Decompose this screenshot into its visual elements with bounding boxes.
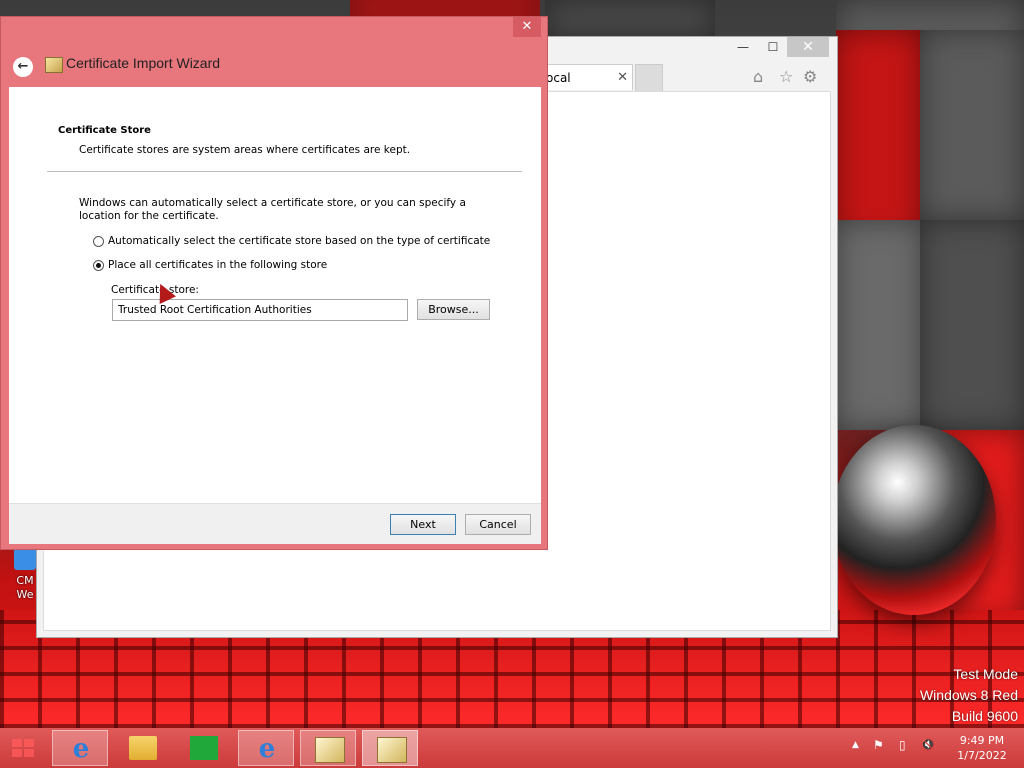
store-icon: [190, 736, 218, 760]
test-mode-watermark: Test Mode Windows 8 Red Build 9600: [920, 664, 1018, 727]
taskbar-certificate-manager[interactable]: [300, 730, 356, 766]
taskbar-file-explorer[interactable]: [115, 730, 171, 766]
taskbar-internet-explorer[interactable]: e: [52, 730, 108, 766]
tab-close-icon[interactable]: ✕: [617, 65, 628, 91]
close-button[interactable]: ✕: [787, 37, 829, 57]
section-title: Certificate Store: [58, 125, 151, 136]
intro-text: Windows can automatically select a certi…: [79, 197, 466, 222]
tray-chevron-icon[interactable]: ▲: [852, 740, 859, 780]
wizard-title: Certificate Import Wizard: [66, 55, 221, 71]
chrome-sphere: [832, 425, 996, 615]
network-icon[interactable]: ▯: [899, 738, 906, 778]
certificate-import-wizard: ✕ ← Certificate Import Wizard Certificat…: [0, 16, 548, 550]
new-tab-button[interactable]: [635, 64, 663, 91]
certificate-icon: [315, 737, 345, 763]
taskbar-windows-store[interactable]: [176, 730, 232, 766]
settings-gear-icon[interactable]: ⚙: [803, 67, 817, 86]
taskbar-certificate-import[interactable]: [362, 730, 418, 766]
watermark-line: Windows 8 Red: [919, 687, 1018, 703]
divider: [47, 171, 522, 172]
start-button[interactable]: [0, 730, 46, 766]
radio-label-auto: Automatically select the certificate sto…: [108, 235, 491, 247]
radio-place-in-store[interactable]: Place all certificates in the following …: [93, 259, 327, 271]
clock-date: 1/7/2022: [957, 749, 1007, 762]
browser-tab[interactable]: ocal ✕: [541, 64, 633, 90]
watermark-line: Test Mode: [953, 666, 1018, 682]
certificate-import-icon: [377, 737, 407, 763]
wizard-body: Certificate Store Certificate stores are…: [9, 87, 541, 503]
internet-explorer-icon: e: [258, 734, 276, 764]
favorites-star-icon[interactable]: ☆: [779, 67, 793, 86]
home-icon[interactable]: ⌂: [753, 67, 763, 86]
radio-auto-select[interactable]: Automatically select the certificate sto…: [93, 235, 490, 247]
radio-label-manual: Place all certificates in the following …: [108, 259, 328, 271]
radio-button-auto[interactable]: [93, 235, 104, 247]
clock-time: 9:49 PM: [959, 734, 1005, 747]
wizard-footer: Next Cancel: [9, 503, 541, 544]
action-center-flag-icon[interactable]: ⚑: [873, 738, 884, 778]
volume-muted-icon[interactable]: 🔇: [921, 738, 935, 778]
back-arrow-icon[interactable]: ←: [13, 57, 33, 77]
bg-cube: [920, 220, 1024, 430]
maximize-button[interactable]: ☐: [759, 37, 787, 57]
tab-label: ocal: [546, 71, 571, 85]
bg-cube: [350, 0, 540, 16]
internet-explorer-icon: e: [72, 734, 90, 764]
section-description: Certificate stores are system areas wher…: [79, 144, 411, 156]
shortcut-icon: [14, 548, 36, 570]
watermark-line: Build 9600: [951, 708, 1018, 724]
minimize-button[interactable]: —: [729, 37, 757, 57]
windows-logo-icon: [12, 739, 34, 757]
bg-cube: [836, 220, 924, 430]
certificate-icon: [45, 57, 63, 73]
bg-cube: [836, 30, 921, 240]
bg-cube: [920, 30, 1024, 220]
certificate-store-field[interactable]: Trusted Root Certification Authorities: [112, 299, 408, 321]
browse-button[interactable]: Browse...: [417, 299, 490, 320]
radio-button-manual[interactable]: [93, 259, 104, 271]
folder-icon: [129, 736, 157, 760]
bg-cube: [545, 0, 715, 38]
taskbar-internet-explorer-2[interactable]: e: [238, 730, 294, 766]
cancel-button[interactable]: Cancel: [465, 514, 531, 535]
wizard-close-button[interactable]: ✕: [513, 17, 541, 37]
clock[interactable]: 9:49 PM 1/7/2022: [952, 733, 1012, 763]
taskbar: e e ▲ ⚑ ▯ 🔇 9:49 PM 1/7/2022: [0, 728, 1024, 768]
wizard-titlebar: ← Certificate Import Wizard: [1, 47, 547, 83]
next-button[interactable]: Next: [390, 514, 456, 535]
